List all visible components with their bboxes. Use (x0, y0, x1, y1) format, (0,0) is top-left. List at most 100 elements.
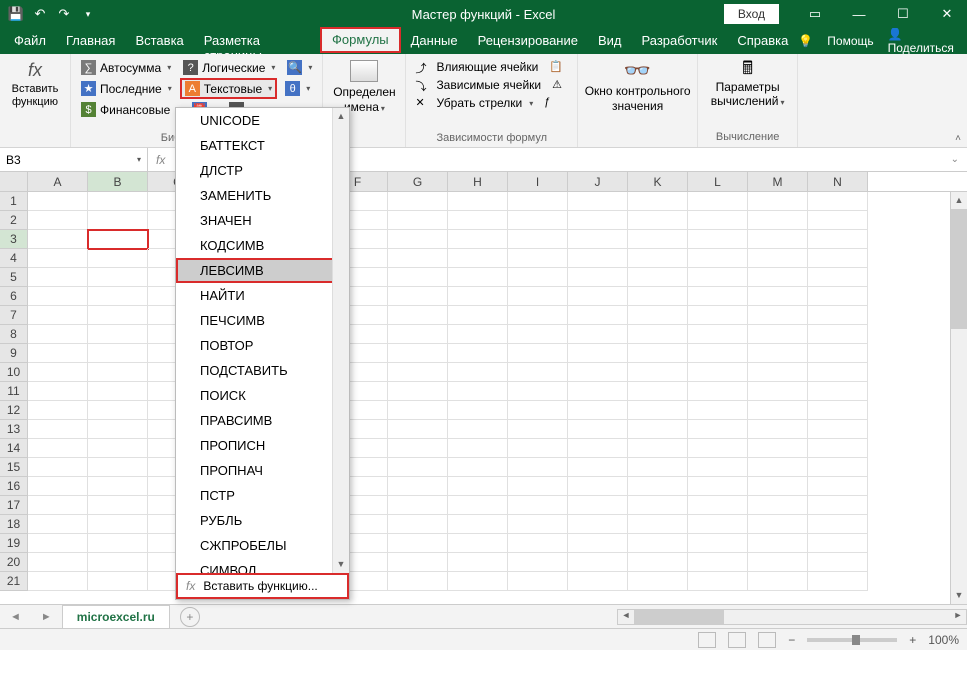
cell[interactable] (448, 211, 508, 230)
cell[interactable] (628, 515, 688, 534)
cell[interactable] (88, 192, 148, 211)
cell[interactable] (628, 211, 688, 230)
cell[interactable] (808, 268, 868, 287)
trace-precedents-button[interactable]: ⤴Влияющие ячейки 📋 (412, 58, 571, 76)
row-header[interactable]: 5 (0, 268, 28, 287)
cell[interactable] (808, 230, 868, 249)
cell[interactable] (28, 515, 88, 534)
cell[interactable] (628, 420, 688, 439)
cell[interactable] (448, 230, 508, 249)
name-box[interactable]: ▾ (0, 148, 148, 171)
zoom-slider[interactable] (807, 638, 897, 642)
cell[interactable] (748, 458, 808, 477)
cell[interactable] (808, 192, 868, 211)
cell[interactable] (388, 211, 448, 230)
cell[interactable] (628, 344, 688, 363)
cell[interactable] (808, 439, 868, 458)
cell[interactable] (568, 230, 628, 249)
cell[interactable] (28, 268, 88, 287)
cell[interactable] (508, 249, 568, 268)
qat-customize-icon[interactable]: ▾ (80, 6, 96, 22)
ribbon-display-icon[interactable]: ▭ (795, 0, 835, 28)
cell[interactable] (28, 534, 88, 553)
cell[interactable] (448, 192, 508, 211)
function-item[interactable]: СИМВОЛ (176, 558, 349, 573)
cell[interactable] (688, 420, 748, 439)
cell[interactable] (748, 496, 808, 515)
cell[interactable] (448, 401, 508, 420)
cell[interactable] (448, 268, 508, 287)
cell[interactable] (88, 230, 148, 249)
cell[interactable] (568, 287, 628, 306)
cell[interactable] (388, 268, 448, 287)
name-box-input[interactable] (6, 153, 66, 167)
cell[interactable] (448, 439, 508, 458)
cell[interactable] (508, 458, 568, 477)
cell[interactable] (748, 363, 808, 382)
cell[interactable] (808, 363, 868, 382)
cell[interactable] (748, 287, 808, 306)
cell[interactable] (808, 382, 868, 401)
cell[interactable] (88, 325, 148, 344)
row-header[interactable]: 15 (0, 458, 28, 477)
cell[interactable] (28, 382, 88, 401)
cell[interactable] (88, 249, 148, 268)
close-icon[interactable]: ✕ (927, 0, 967, 28)
cell[interactable] (808, 477, 868, 496)
cell[interactable] (568, 420, 628, 439)
cell[interactable] (28, 211, 88, 230)
cell[interactable] (748, 401, 808, 420)
row-header[interactable]: 1 (0, 192, 28, 211)
function-item[interactable]: НАЙТИ (176, 283, 349, 308)
cell[interactable] (688, 344, 748, 363)
cell[interactable] (448, 515, 508, 534)
cell[interactable] (808, 211, 868, 230)
cell[interactable] (388, 306, 448, 325)
cell[interactable] (628, 401, 688, 420)
tab-файл[interactable]: Файл (4, 28, 56, 54)
cell[interactable] (388, 249, 448, 268)
cell[interactable] (28, 496, 88, 515)
cell[interactable] (568, 496, 628, 515)
error-check-icon[interactable]: ⚠ (552, 78, 568, 92)
row-header[interactable]: 18 (0, 515, 28, 534)
cell[interactable] (748, 439, 808, 458)
cell[interactable] (688, 192, 748, 211)
cell[interactable] (568, 534, 628, 553)
cell[interactable] (568, 515, 628, 534)
cell[interactable] (688, 572, 748, 591)
math-button[interactable]: θ▾ (281, 78, 314, 99)
cell[interactable] (88, 344, 148, 363)
cell[interactable] (88, 439, 148, 458)
cell[interactable] (448, 496, 508, 515)
row-header[interactable]: 8 (0, 325, 28, 344)
cell[interactable] (688, 401, 748, 420)
cell[interactable] (628, 230, 688, 249)
cell[interactable] (568, 268, 628, 287)
cell[interactable] (508, 477, 568, 496)
cell[interactable] (28, 325, 88, 344)
cell[interactable] (808, 306, 868, 325)
login-button[interactable]: Вход (724, 4, 779, 24)
function-item[interactable]: UNICODE (176, 108, 349, 133)
cell[interactable] (88, 211, 148, 230)
zoom-in-icon[interactable]: + (909, 633, 916, 647)
row-header[interactable]: 11 (0, 382, 28, 401)
cell[interactable] (508, 553, 568, 572)
function-item[interactable]: ПРОПИСН (176, 433, 349, 458)
cell[interactable] (28, 363, 88, 382)
row-header[interactable]: 14 (0, 439, 28, 458)
cell[interactable] (628, 192, 688, 211)
cell[interactable] (508, 363, 568, 382)
cell[interactable] (388, 496, 448, 515)
scroll-thumb[interactable] (634, 610, 724, 624)
cell[interactable] (688, 230, 748, 249)
cell[interactable] (28, 249, 88, 268)
cell[interactable] (28, 420, 88, 439)
cell[interactable] (28, 572, 88, 591)
cell[interactable] (748, 572, 808, 591)
cell[interactable] (568, 382, 628, 401)
cell[interactable] (688, 477, 748, 496)
cell[interactable] (808, 496, 868, 515)
row-header[interactable]: 21 (0, 572, 28, 591)
